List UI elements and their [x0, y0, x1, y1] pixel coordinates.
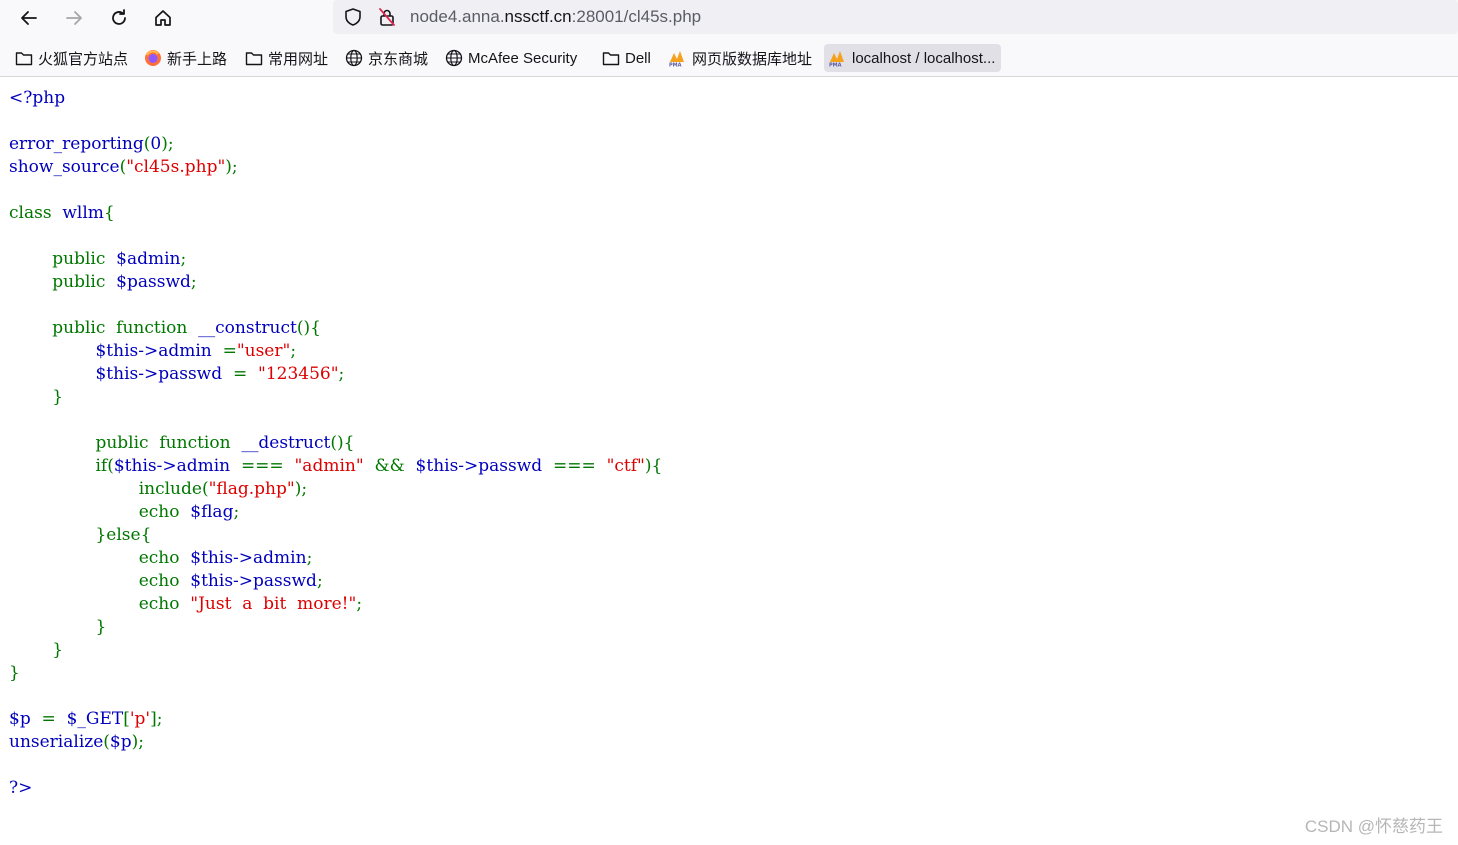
bookmark-folder-common[interactable]: 常用网址	[244, 44, 328, 72]
arrow-left-icon	[21, 11, 37, 25]
navigation-toolbar: node4.anna.nssctf.cn:28001/cl45s.php	[0, 0, 1458, 36]
reload-icon	[112, 9, 126, 25]
phpmyadmin-icon: PMA	[828, 48, 848, 68]
home-button[interactable]	[147, 2, 179, 34]
bookmark-label: localhost / localhost...	[852, 49, 996, 67]
bookmark-web-database[interactable]: PMA 网页版数据库地址	[668, 44, 812, 72]
folder-icon	[244, 48, 264, 68]
code-token: "Just a bit more!"	[190, 594, 357, 614]
php-open-tag: <?php	[9, 88, 66, 108]
code-token: $p	[109, 732, 132, 752]
bookmark-jd[interactable]: 京东商城	[344, 44, 428, 72]
bookmark-getting-started[interactable]: 新手上路	[143, 44, 227, 72]
code-token: error_reporting	[9, 134, 144, 154]
code-token: function	[159, 433, 231, 453]
code-token: $admin	[116, 249, 181, 269]
arrow-right-icon	[66, 11, 82, 25]
bookmark-label: McAfee Security	[468, 49, 578, 67]
folder-icon	[601, 48, 621, 68]
code-token: wllm	[62, 203, 104, 223]
code-token: if	[95, 456, 108, 476]
bookmark-label: 常用网址	[268, 50, 329, 68]
bookmarks-toolbar: 火狐官方站点 新手上路 常用网址 京东商城 McAfee Security De…	[0, 36, 1458, 77]
php-source-code: <?php error_reporting(0); show_source("c…	[9, 88, 663, 798]
code-token: "cl45s.php"	[126, 157, 226, 177]
bookmark-label: Dell	[625, 49, 651, 67]
code-token: public	[52, 318, 106, 338]
bookmark-mcafee[interactable]: McAfee Security	[444, 44, 577, 72]
code-token: $this->admin	[190, 548, 307, 568]
bookmark-label: 火狐官方站点	[38, 50, 129, 68]
bookmark-label: 新手上路	[167, 50, 228, 68]
globe-icon	[444, 48, 464, 68]
code-token: $this->passwd	[415, 456, 543, 476]
code-token: "admin"	[294, 456, 364, 476]
address-bar[interactable]: node4.anna.nssctf.cn:28001/cl45s.php	[333, 0, 1458, 34]
code-token: public	[52, 272, 106, 292]
code-token: "ctf"	[606, 456, 645, 476]
bookmark-localhost[interactable]: PMA localhost / localhost...	[824, 44, 1002, 72]
svg-text:PMA: PMA	[829, 63, 842, 68]
code-token: include	[138, 479, 202, 499]
bookmark-label: 京东商城	[368, 50, 429, 68]
code-token: public	[52, 249, 106, 269]
code-token: __destruct	[241, 433, 331, 453]
code-token: function	[116, 318, 188, 338]
code-token: echo	[138, 502, 180, 522]
firefox-icon	[143, 48, 163, 68]
code-token: unserialize	[9, 732, 104, 752]
svg-text:PMA: PMA	[669, 63, 682, 68]
url-host: nssctf.cn	[504, 7, 572, 26]
code-token: show_source	[9, 157, 120, 177]
code-token: 'p'	[129, 709, 151, 729]
code-token: "user"	[236, 341, 291, 361]
code-token: "flag.php"	[208, 479, 295, 499]
code-token: $this->passwd	[190, 571, 317, 591]
code-token: ===	[240, 456, 284, 476]
folder-icon	[14, 48, 34, 68]
bookmark-folder-dell[interactable]: Dell	[601, 44, 651, 72]
globe-icon	[344, 48, 364, 68]
code-token: else	[106, 525, 141, 545]
code-token: $this->admin	[95, 341, 212, 361]
url-suffix: :28001/cl45s.php	[571, 7, 702, 26]
code-token: 0	[150, 134, 162, 154]
code-token: &&	[374, 456, 405, 476]
code-token: $_GET	[66, 709, 124, 729]
url-prefix: node4.anna.	[410, 7, 505, 26]
code-token: $p	[9, 709, 31, 729]
code-token: $flag	[190, 502, 234, 522]
code-token: __construct	[198, 318, 297, 338]
bookmark-label: 网页版数据库地址	[692, 50, 813, 68]
forward-button[interactable]	[58, 2, 90, 34]
home-icon	[155, 10, 171, 26]
code-token: $this->passwd	[95, 364, 223, 384]
code-token: public	[95, 433, 149, 453]
code-token: $passwd	[116, 272, 191, 292]
code-token: echo	[138, 571, 180, 591]
shield-icon[interactable]	[343, 7, 363, 27]
insecure-lock-icon[interactable]	[377, 7, 397, 27]
code-token: echo	[138, 594, 180, 614]
url-text[interactable]: node4.anna.nssctf.cn:28001/cl45s.php	[410, 7, 701, 27]
reload-button[interactable]	[103, 2, 135, 34]
code-token: ===	[553, 456, 596, 476]
back-button[interactable]	[13, 2, 45, 34]
bookmark-folder-official[interactable]: 火狐官方站点	[14, 44, 128, 72]
code-token: "123456"	[258, 364, 339, 384]
code-token: class	[9, 203, 52, 223]
phpmyadmin-icon: PMA	[668, 48, 688, 68]
code-token: echo	[138, 548, 180, 568]
code-token: $this->admin	[113, 456, 231, 476]
php-close-tag: ?>	[9, 778, 33, 798]
watermark: CSDN @怀慈药王	[1304, 817, 1443, 836]
